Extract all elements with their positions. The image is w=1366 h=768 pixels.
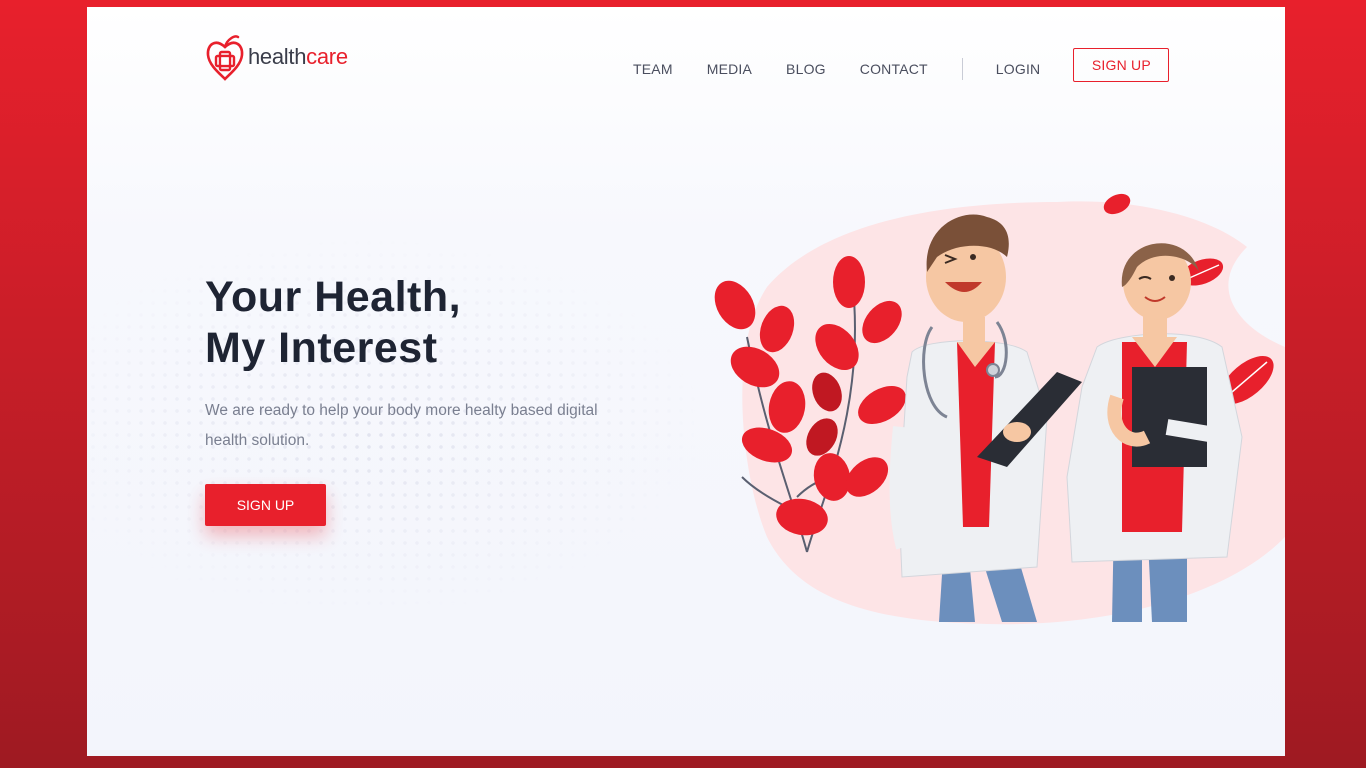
doctors-illustration: [714, 193, 1285, 625]
nav-item-blog[interactable]: BLOG: [786, 61, 826, 77]
nav-item-media[interactable]: MEDIA: [707, 61, 752, 77]
landing-page: healthcare TEAM MEDIA BLOG CONTACT LOGIN…: [87, 7, 1285, 756]
hero-title: Your Health, My Interest: [205, 272, 461, 374]
login-link[interactable]: LOGIN: [996, 61, 1041, 77]
nav-item-team[interactable]: TEAM: [633, 61, 673, 77]
hero-signup-button[interactable]: SIGN UP: [205, 484, 326, 526]
brand-name: healthcare: [248, 44, 348, 70]
main-nav: TEAM MEDIA BLOG CONTACT LOGIN SIGN UP: [633, 48, 1170, 82]
brand-name-part1: health: [248, 44, 307, 69]
nav-item-contact[interactable]: CONTACT: [860, 61, 928, 77]
nav-divider: [961, 57, 963, 80]
hero-title-line2: My Interest: [205, 324, 438, 372]
hero-title-line1: Your Health,: [205, 273, 462, 321]
heart-cross-logo-icon: [206, 35, 244, 81]
brand-name-part2: care: [306, 44, 348, 69]
hero-subtitle: We are ready to help your body more heal…: [205, 402, 598, 449]
header-signup-button[interactable]: SIGN UP: [1073, 48, 1170, 82]
brand-logo[interactable]: healthcare: [205, 31, 348, 83]
